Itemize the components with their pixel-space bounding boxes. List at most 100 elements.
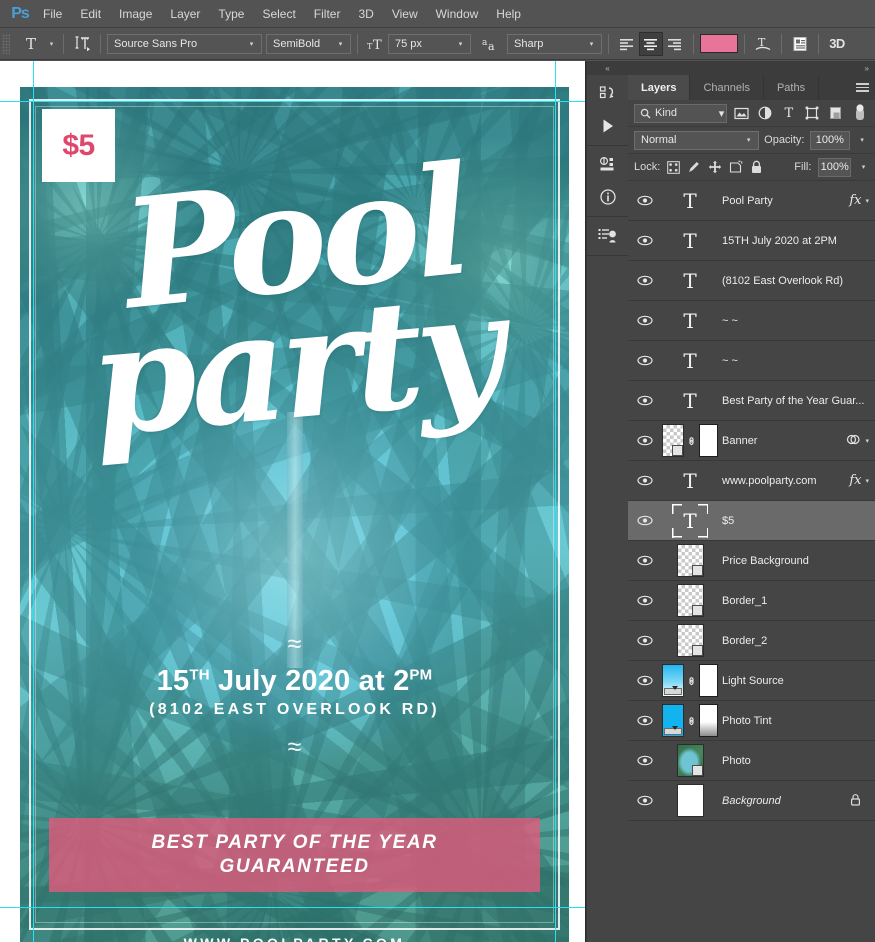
layer-visibility-toggle[interactable]: [628, 355, 662, 366]
layer-name[interactable]: 15TH July 2020 at 2PM: [718, 235, 869, 247]
layer-thumbnail-cell[interactable]: T: [662, 466, 718, 495]
link-mask-icon[interactable]: [687, 713, 696, 729]
layer-thumbnail-type[interactable]: T: [677, 226, 704, 255]
layer-thumbnail-solid-fill[interactable]: [662, 704, 684, 737]
layer-effects-fx-icon[interactable]: fx: [849, 193, 861, 208]
layer-name[interactable]: Price Background: [718, 555, 869, 567]
layer-name[interactable]: ~ ~: [718, 315, 869, 327]
font-size-input[interactable]: 75 px ▾: [388, 33, 471, 54]
layer-thumbnail-type[interactable]: T: [677, 386, 704, 415]
text-color-swatch[interactable]: [700, 34, 738, 53]
menu-filter[interactable]: Filter: [305, 3, 350, 25]
type-tool-icon[interactable]: T: [19, 32, 43, 56]
layer-thumbnail-type-selected[interactable]: T: [672, 503, 708, 538]
lock-position-icon[interactable]: [708, 158, 722, 176]
3d-mode-button[interactable]: 3D: [825, 32, 849, 56]
menu-edit[interactable]: Edit: [71, 3, 110, 25]
layer-thumbnail-cell[interactable]: T: [662, 186, 718, 215]
layer-thumbnail-cell[interactable]: T: [662, 226, 718, 255]
opacity-input[interactable]: 100%: [809, 130, 851, 150]
layer-thumbnail-cell[interactable]: T: [662, 386, 718, 415]
tab-layers[interactable]: Layers: [628, 75, 691, 100]
menu-view[interactable]: View: [383, 3, 427, 25]
adjustments-icon[interactable]: [592, 150, 624, 180]
layer-mask-thumbnail[interactable]: [698, 664, 718, 697]
menu-file[interactable]: File: [34, 3, 71, 25]
filter-adjustment-layers-icon[interactable]: [756, 103, 775, 123]
layer-row[interactable]: Border_1: [628, 581, 875, 621]
layer-row[interactable]: Light Source: [628, 661, 875, 701]
layer-effects-fx-icon[interactable]: fx: [849, 473, 861, 488]
layer-row[interactable]: Photo: [628, 741, 875, 781]
layer-thumbnail-transparent[interactable]: [676, 624, 704, 657]
layer-name[interactable]: Pool Party: [718, 195, 849, 207]
menu-type[interactable]: Type: [209, 3, 253, 25]
chevron-down-icon[interactable]: ▾: [244, 35, 259, 53]
layer-name[interactable]: $5: [718, 515, 869, 527]
font-family-select[interactable]: Source Sans Pro ▾: [107, 33, 262, 54]
layer-name[interactable]: www.poolparty.com: [718, 475, 849, 487]
font-style-select[interactable]: SemiBold ▾: [266, 33, 351, 54]
layer-visibility-toggle[interactable]: [628, 715, 662, 726]
lock-all-icon[interactable]: [750, 158, 763, 176]
align-text-left-icon[interactable]: [615, 32, 639, 56]
guide-vertical-left[interactable]: [33, 61, 34, 942]
layer-thumbnail-background[interactable]: [676, 784, 704, 817]
chevron-down-icon[interactable]: ▾: [719, 107, 725, 120]
layer-thumbnail-cell[interactable]: [662, 584, 718, 617]
layer-row[interactable]: T ~ ~: [628, 301, 875, 341]
filter-type-layers-icon[interactable]: T: [780, 103, 799, 123]
document-canvas[interactable]: $5 Pool party ≈ 15TH July 2020 at 2PM (8…: [0, 61, 586, 942]
actions-play-icon[interactable]: [592, 111, 624, 141]
guide-vertical-right[interactable]: [555, 61, 556, 942]
layer-visibility-toggle[interactable]: [628, 555, 662, 566]
menu-image[interactable]: Image: [110, 3, 161, 25]
layer-row[interactable]: T Best Party of the Year Guar...: [628, 381, 875, 421]
layer-visibility-toggle[interactable]: [628, 275, 662, 286]
layer-name[interactable]: Background: [718, 795, 850, 807]
fill-input[interactable]: 100%: [818, 157, 852, 177]
layer-thumbnail-cell[interactable]: [662, 424, 718, 457]
align-text-center-icon[interactable]: [639, 31, 663, 56]
guide-horizontal-bottom[interactable]: [0, 907, 586, 908]
options-bar-grip[interactable]: [2, 33, 10, 54]
layer-thumbnail-cell[interactable]: T: [662, 266, 718, 295]
layer-thumbnail-cell[interactable]: [662, 624, 718, 657]
layer-row[interactable]: T Pool Party fx ▾: [628, 181, 875, 221]
layer-visibility-toggle[interactable]: [628, 235, 662, 246]
layer-row[interactable]: T ~ ~: [628, 341, 875, 381]
layer-thumbnail-cell[interactable]: T: [662, 346, 718, 375]
lock-transparent-pixels-icon[interactable]: [667, 158, 681, 176]
layer-name[interactable]: Banner: [718, 435, 846, 447]
layer-name[interactable]: Photo Tint: [718, 715, 869, 727]
collapse-panel-icon[interactable]: »: [628, 61, 875, 75]
panel-menu-icon[interactable]: [849, 75, 875, 100]
layer-thumbnail-cell[interactable]: [662, 544, 718, 577]
lock-artboard-nesting-icon[interactable]: [729, 158, 743, 176]
layer-visibility-toggle[interactable]: [628, 195, 662, 206]
layer-row[interactable]: Twww.poolparty.com fx ▾: [628, 461, 875, 501]
expand-effects-chevron-down-icon[interactable]: ▾: [865, 437, 869, 445]
layer-mask-thumbnail[interactable]: [698, 704, 718, 737]
blend-mode-select[interactable]: Normal ▾: [634, 130, 760, 150]
layer-name[interactable]: ~ ~: [718, 355, 869, 367]
layer-row[interactable]: Background: [628, 781, 875, 821]
layer-thumbnail-transparent[interactable]: [676, 544, 704, 577]
layer-row[interactable]: T (8102 East Overlook Rd): [628, 261, 875, 301]
layer-visibility-toggle[interactable]: [628, 755, 662, 766]
menu-3d[interactable]: 3D: [349, 3, 382, 25]
filter-kind-select[interactable]: Kind ▾: [634, 103, 728, 123]
tab-channels[interactable]: Channels: [690, 75, 764, 100]
layer-row[interactable]: T $5: [628, 501, 875, 541]
menu-help[interactable]: Help: [487, 3, 530, 25]
tab-paths[interactable]: Paths: [764, 75, 820, 100]
history-icon[interactable]: [592, 79, 624, 109]
expand-panels-icon[interactable]: «: [587, 61, 628, 75]
chevron-down-icon[interactable]: ▾: [741, 131, 756, 149]
expand-effects-chevron-down-icon[interactable]: ▾: [865, 197, 869, 205]
headline-script[interactable]: Pool party: [20, 133, 569, 471]
anti-aliasing-select[interactable]: Sharp ▾: [507, 33, 602, 54]
layer-thumbnail-cell[interactable]: [662, 744, 718, 777]
menu-window[interactable]: Window: [427, 3, 488, 25]
layer-row[interactable]: Price Background: [628, 541, 875, 581]
